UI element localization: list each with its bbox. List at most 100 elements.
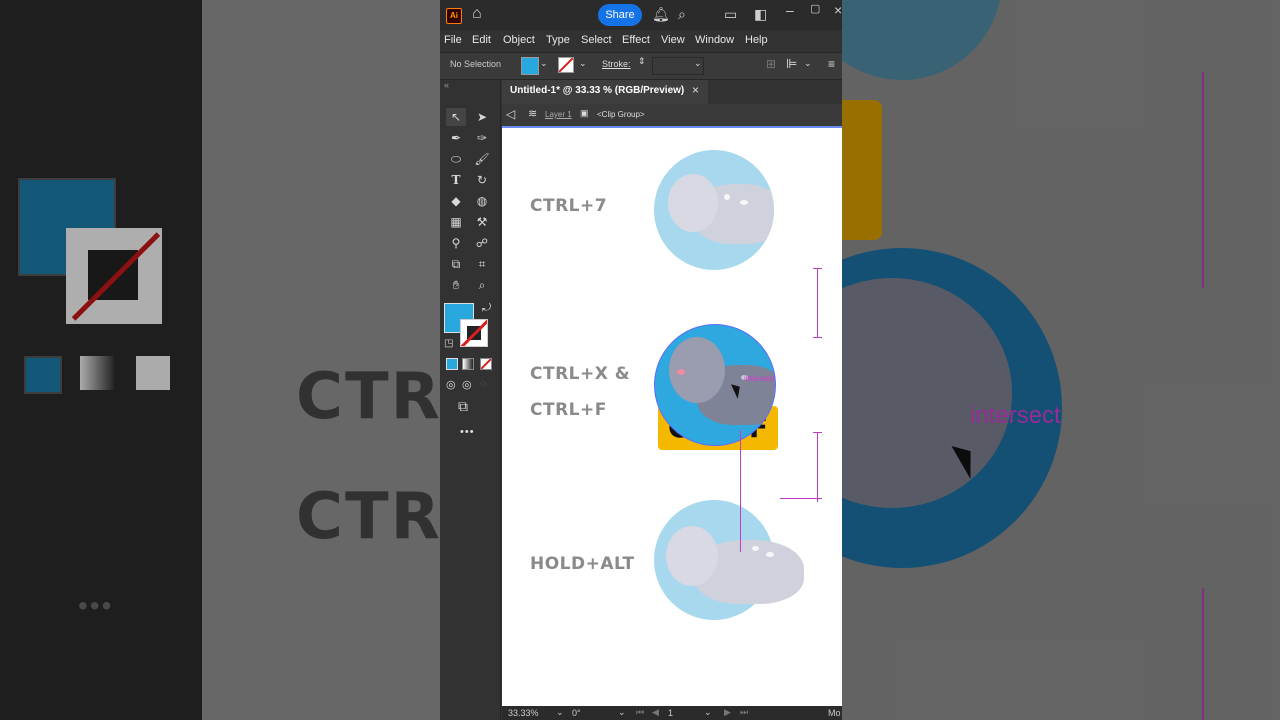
- hippo-circle-top[interactable]: [654, 150, 774, 270]
- rotation-value[interactable]: 0°: [572, 708, 581, 718]
- label-ctrl-x: CTRL+X &: [530, 364, 631, 384]
- pen-tool-icon[interactable]: ✒: [446, 129, 466, 147]
- hand-tool-icon[interactable]: ✋︎: [446, 276, 466, 294]
- gradient-mode-icon[interactable]: [462, 358, 474, 370]
- fill-color-swatch[interactable]: [521, 57, 539, 75]
- stroke-label[interactable]: Stroke:: [602, 59, 631, 69]
- illustrator-window: Ai ⌂ Share 🔔︎ ⌕ ▭ ◧ – ▢ × File Edit Obje…: [440, 0, 842, 720]
- breadcrumb-layer[interactable]: Layer 1: [545, 110, 572, 119]
- close-icon[interactable]: ×: [834, 2, 842, 18]
- document-tab-title: Untitled-1* @ 33.33 % (RGB/Preview): [510, 85, 685, 96]
- warp-tool-icon[interactable]: ◍: [472, 192, 492, 210]
- back-arrow-icon[interactable]: ◁: [506, 107, 515, 121]
- menu-view[interactable]: View: [661, 34, 685, 46]
- document-tab[interactable]: Untitled-1* @ 33.33 % (RGB/Preview) ×: [502, 80, 708, 104]
- eraser-tool-icon[interactable]: ◆: [446, 192, 466, 210]
- arrange-icon[interactable]: ⊫: [786, 56, 797, 72]
- measure-guide-top: [817, 268, 818, 338]
- rotation-dropdown-icon[interactable]: ⌄: [618, 707, 626, 718]
- title-bar: Ai ⌂ Share 🔔︎ ⌕ ▭ ◧ – ▢ ×: [440, 0, 842, 30]
- screen-mode-icon[interactable]: ⧉: [458, 398, 468, 415]
- measure-guide-top-cap: [813, 268, 822, 269]
- isolation-breadcrumb: ◁ ≋ Layer 1 ▣ <Clip Group>: [502, 104, 842, 126]
- breadcrumb-group[interactable]: <Clip Group>: [597, 110, 645, 119]
- none-mode-icon[interactable]: [480, 358, 492, 370]
- background-left: ••• CTRL CTRL: [0, 0, 440, 720]
- draw-behind-icon[interactable]: ◎: [462, 378, 472, 391]
- background-right: intersect: [842, 0, 1280, 720]
- gradient-tool-icon[interactable]: ▦: [446, 213, 466, 231]
- curvature-tool-icon[interactable]: ✑: [472, 129, 492, 147]
- selection-tool-icon[interactable]: ↖: [446, 108, 466, 126]
- eyedropper-tool-icon[interactable]: ⚲: [446, 234, 466, 252]
- menu-window[interactable]: Window: [695, 34, 734, 46]
- control-bar: No Selection ⌄ ⌄ Stroke: ⇕ ⌄ ⊞ ⊫ ⌄ ≡: [440, 52, 842, 80]
- draw-normal-icon[interactable]: ◎: [446, 378, 456, 391]
- zoom-tool-icon[interactable]: ⌕: [472, 276, 492, 294]
- layout-icon[interactable]: ▭: [724, 6, 737, 23]
- more-tools-icon[interactable]: •••: [460, 426, 475, 438]
- menu-object[interactable]: Object: [503, 34, 535, 46]
- menu-help[interactable]: Help: [745, 34, 768, 46]
- blend-tool-icon[interactable]: ☍: [472, 234, 492, 252]
- layers-icon: ≋: [528, 108, 538, 120]
- search-icon[interactable]: ⌕: [678, 6, 686, 23]
- zoom-level[interactable]: 33.33%: [508, 708, 539, 718]
- menu-bar: File Edit Object Type Select Effect View…: [440, 30, 842, 52]
- arrange-dropdown-icon[interactable]: ⌄: [804, 58, 812, 69]
- menu-type[interactable]: Type: [546, 34, 570, 46]
- menu-edit[interactable]: Edit: [472, 34, 491, 46]
- mesh-tool-icon[interactable]: ⚒: [472, 213, 492, 231]
- ellipse-tool-icon[interactable]: ⬭: [446, 150, 466, 168]
- stroke-width-dropdown-icon[interactable]: ⌄: [694, 58, 702, 69]
- clip-group-icon: ▣: [580, 108, 589, 118]
- zoom-dropdown-icon[interactable]: ⌄: [556, 707, 564, 718]
- stroke-stepper-icon[interactable]: ⇕: [638, 56, 646, 67]
- maximize-icon[interactable]: ▢: [810, 2, 820, 15]
- selection-status: No Selection: [450, 59, 502, 69]
- default-colors-icon[interactable]: ◳: [444, 338, 453, 349]
- hippo-circle-middle[interactable]: [654, 324, 776, 446]
- stroke-dropdown-icon[interactable]: ⌄: [579, 58, 587, 69]
- swap-fill-stroke-icon[interactable]: ⤾: [482, 302, 491, 315]
- draw-inside-icon[interactable]: ◌: [480, 378, 487, 390]
- artboard-number[interactable]: 1: [668, 708, 673, 718]
- collapse-icon[interactable]: «: [444, 80, 449, 90]
- next-artboard-icon[interactable]: ▶: [724, 707, 731, 718]
- hippo-circle-bottom[interactable]: [654, 500, 804, 620]
- label-ctrl-7: CTRL+7: [530, 196, 608, 216]
- measure-guide-top-cap-bottom: [813, 337, 822, 338]
- smart-guide-vertical: [740, 430, 741, 552]
- share-button[interactable]: Share: [598, 4, 642, 26]
- paintbrush-tool-icon[interactable]: 🖌︎: [472, 150, 492, 168]
- first-artboard-icon[interactable]: ⏮: [636, 707, 644, 718]
- document-tab-close-icon[interactable]: ×: [692, 83, 699, 97]
- stroke-swatch[interactable]: [460, 319, 488, 347]
- stroke-color-swatch[interactable]: [558, 57, 574, 73]
- align-icon[interactable]: ⊞: [766, 57, 776, 71]
- minimize-icon[interactable]: –: [786, 2, 794, 18]
- artboard-tool-icon[interactable]: ⌗: [472, 255, 492, 273]
- color-mode-icon[interactable]: [446, 358, 458, 370]
- shape-builder-tool-icon[interactable]: ⧉: [446, 255, 466, 273]
- menu-file[interactable]: File: [444, 34, 462, 46]
- menu-effect[interactable]: Effect: [622, 34, 650, 46]
- label-hold-alt: HOLD+ALT: [530, 554, 635, 574]
- last-artboard-icon[interactable]: ⏭: [740, 707, 748, 718]
- panel-icon[interactable]: ◧: [754, 6, 767, 23]
- home-icon[interactable]: ⌂: [472, 5, 482, 23]
- type-tool-icon[interactable]: T: [446, 171, 466, 189]
- app-logo-icon: Ai: [446, 8, 462, 24]
- fill-dropdown-icon[interactable]: ⌄: [540, 58, 548, 69]
- direct-selection-tool-icon[interactable]: ➤: [472, 108, 492, 126]
- rotate-tool-icon[interactable]: ↻: [472, 171, 492, 189]
- artboard-dropdown-icon[interactable]: ⌄: [704, 707, 712, 718]
- menu-select[interactable]: Select: [581, 34, 612, 46]
- status-mode[interactable]: Mo: [828, 708, 841, 718]
- label-ctrl-f: CTRL+F: [530, 400, 607, 420]
- prev-artboard-icon[interactable]: ◀: [652, 707, 659, 718]
- properties-menu-icon[interactable]: ≡: [828, 57, 835, 71]
- measure-guide-bottom-cap: [813, 432, 822, 433]
- artboard[interactable]: CTRL+7 CTRL+X & CTRL+F HOLD+ALT Ctrl+F i…: [502, 126, 842, 708]
- bell-icon[interactable]: 🔔︎: [652, 6, 670, 23]
